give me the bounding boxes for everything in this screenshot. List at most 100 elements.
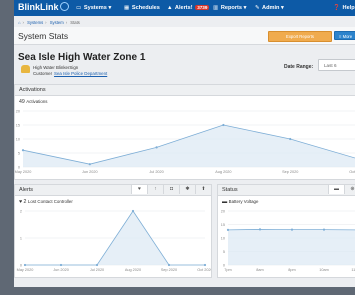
activations-header: Activations	[15, 85, 355, 96]
nav-admin[interactable]: ✎ Admin ▾	[255, 5, 284, 11]
y-tick-label: 2	[20, 210, 22, 214]
nav-help[interactable]: ❓ Help	[333, 5, 355, 11]
activations-panel: Activations 49 Activations 0 5 10 15 20 May 2…	[14, 84, 355, 180]
x-tick-label: Oct 2020	[197, 268, 211, 272]
data-point	[88, 163, 91, 166]
y-tick-label: 0	[18, 166, 20, 170]
x-tick-label: Jun 2020	[53, 268, 69, 272]
app-window: BlinkLink ▭ Systems ▾ ▦ Schedules ▲ Aler…	[14, 0, 355, 287]
tab-battery-icon[interactable]: ▬	[328, 185, 344, 194]
data-point	[59, 263, 63, 267]
y-tick-label: 1	[20, 237, 22, 241]
customer-link[interactable]: Sea Isle Police Department	[54, 71, 107, 76]
x-tick-label: Jun 2020	[82, 170, 98, 174]
x-tick-label: May 2020	[15, 170, 31, 174]
customer-line: Customer Sea Isle Police Department	[33, 71, 108, 76]
data-point	[155, 146, 158, 149]
alerts-metric: ♥ 2 Lost Contact Controller	[19, 199, 73, 205]
x-tick-label: 7pm	[224, 268, 231, 272]
series-area	[228, 229, 355, 265]
date-range-select[interactable]: Last 6	[318, 59, 355, 71]
tab-camera-icon[interactable]: ◘	[163, 185, 179, 194]
battery-icon: ▬	[222, 199, 228, 205]
breadcrumb-systems[interactable]: Systems	[27, 20, 43, 25]
warning-icon: ▲	[167, 5, 173, 11]
export-reports-button[interactable]: Export Reports	[268, 31, 332, 42]
blinker-sign-icon	[21, 65, 30, 73]
logo-ring-icon	[59, 2, 69, 11]
wrench-icon: ✎	[255, 5, 260, 11]
chevron-down-icon: ▾	[243, 5, 247, 11]
tab-signal-icon[interactable]: ⊕	[344, 185, 355, 194]
x-tick-label: Sep 2020	[282, 170, 298, 174]
activations-metric: 49 Activations	[19, 99, 48, 105]
y-tick-label: 5	[18, 152, 20, 156]
data-point	[322, 228, 326, 231]
status-metric: ▬ Battery Voltage	[222, 199, 259, 205]
data-point	[289, 137, 292, 141]
x-tick-label: Jul 2020	[149, 170, 163, 174]
breadcrumb: ⌂ › Systems › System › Stats	[18, 20, 80, 25]
activations-chart: 0 5 10 15 20 May 2020 Jun 2020 Jul 2020 Aug 2020…	[15, 110, 355, 174]
alerts-chart: 0 1 2 May 2020 Jun 2020 Jul 2020 Aug 2020 Sep 2…	[17, 209, 211, 273]
x-tick-label: 8pm	[288, 268, 295, 272]
chevron-down-icon: ▾	[108, 5, 112, 11]
alerts-tabs: ♥ ↑ ◘ ✱ ⬆	[131, 185, 211, 195]
x-tick-label: Aug 2020	[125, 268, 141, 272]
x-tick-label: Aug 2020	[215, 170, 231, 174]
y-tick-label: 20	[16, 110, 20, 114]
breadcrumb-system[interactable]: System	[50, 20, 64, 25]
y-tick-label: 20	[221, 210, 225, 214]
nav-alerts[interactable]: ▲ Alerts! 3739	[167, 5, 210, 11]
help-icon: ❓	[333, 5, 340, 11]
nav-systems[interactable]: ▭ Systems ▾	[76, 5, 111, 11]
y-tick-label: 10	[221, 237, 225, 241]
data-point	[258, 228, 262, 231]
date-range-label: Date Range:	[284, 64, 314, 70]
home-icon[interactable]: ⌂	[18, 20, 21, 25]
device-type: High Water BlinkerSign	[33, 65, 79, 70]
x-tick-label: 10am	[319, 268, 329, 272]
data-point	[95, 263, 99, 267]
more-button[interactable]: ≡ More	[334, 31, 355, 40]
data-point	[222, 123, 225, 127]
x-tick-label: May 2020	[17, 268, 34, 272]
page-title: System Stats	[18, 31, 69, 41]
bar-chart-icon: ▥	[213, 5, 219, 11]
alerts-count-badge: 3739	[195, 5, 210, 10]
y-tick-label: 10	[16, 138, 20, 142]
data-point	[167, 263, 171, 267]
tab-arrow-up-icon[interactable]: ⬆	[195, 185, 211, 194]
x-tick-label: 11am	[351, 268, 355, 272]
status-chart: 0 5 10 15 20 7pm 8am 8pm 10am 11am	[221, 210, 355, 272]
status-tabs: ▬ ⊕	[328, 185, 355, 195]
monitor-icon: ▭	[76, 5, 82, 11]
x-tick-label: Jul 2020	[90, 268, 104, 272]
brand-logo[interactable]: BlinkLink	[18, 2, 69, 12]
data-point	[23, 263, 27, 267]
y-tick-label: 5	[223, 250, 225, 254]
nav-reports[interactable]: ▥ Reports ▾	[213, 5, 246, 11]
x-tick-label: Oct 2020	[349, 170, 355, 174]
data-point	[21, 149, 25, 152]
calendar-icon: ▦	[124, 5, 130, 11]
tab-heartbeat-icon[interactable]: ♥	[131, 185, 147, 194]
data-point	[226, 228, 230, 231]
data-point	[203, 263, 207, 267]
x-tick-label: 8am	[256, 268, 263, 272]
y-tick-label: 0	[20, 264, 22, 268]
x-tick-label: Sep 2020	[161, 268, 177, 272]
chevron-down-icon: ▾	[281, 5, 284, 11]
y-tick-label: 15	[221, 223, 225, 227]
alerts-panel: Alerts ♥ ↑ ◘ ✱ ⬆ ♥ 2 Lost Contact Contro…	[14, 184, 212, 278]
system-name: Sea Isle High Water Zone 1	[18, 52, 146, 63]
top-navbar: BlinkLink ▭ Systems ▾ ▦ Schedules ▲ Aler…	[14, 0, 355, 16]
data-point	[290, 228, 294, 231]
data-point	[131, 209, 135, 213]
tab-upload-icon[interactable]: ↑	[147, 185, 163, 194]
nav-schedules[interactable]: ▦ Schedules	[124, 5, 160, 11]
tab-signal-icon[interactable]: ✱	[179, 185, 195, 194]
y-tick-label: 15	[16, 124, 20, 128]
breadcrumb-current: Stats	[70, 20, 80, 25]
status-panel: Status ▬ ⊕ ▬ Battery Voltage 0 5 10 15 20 7pm…	[217, 184, 355, 278]
